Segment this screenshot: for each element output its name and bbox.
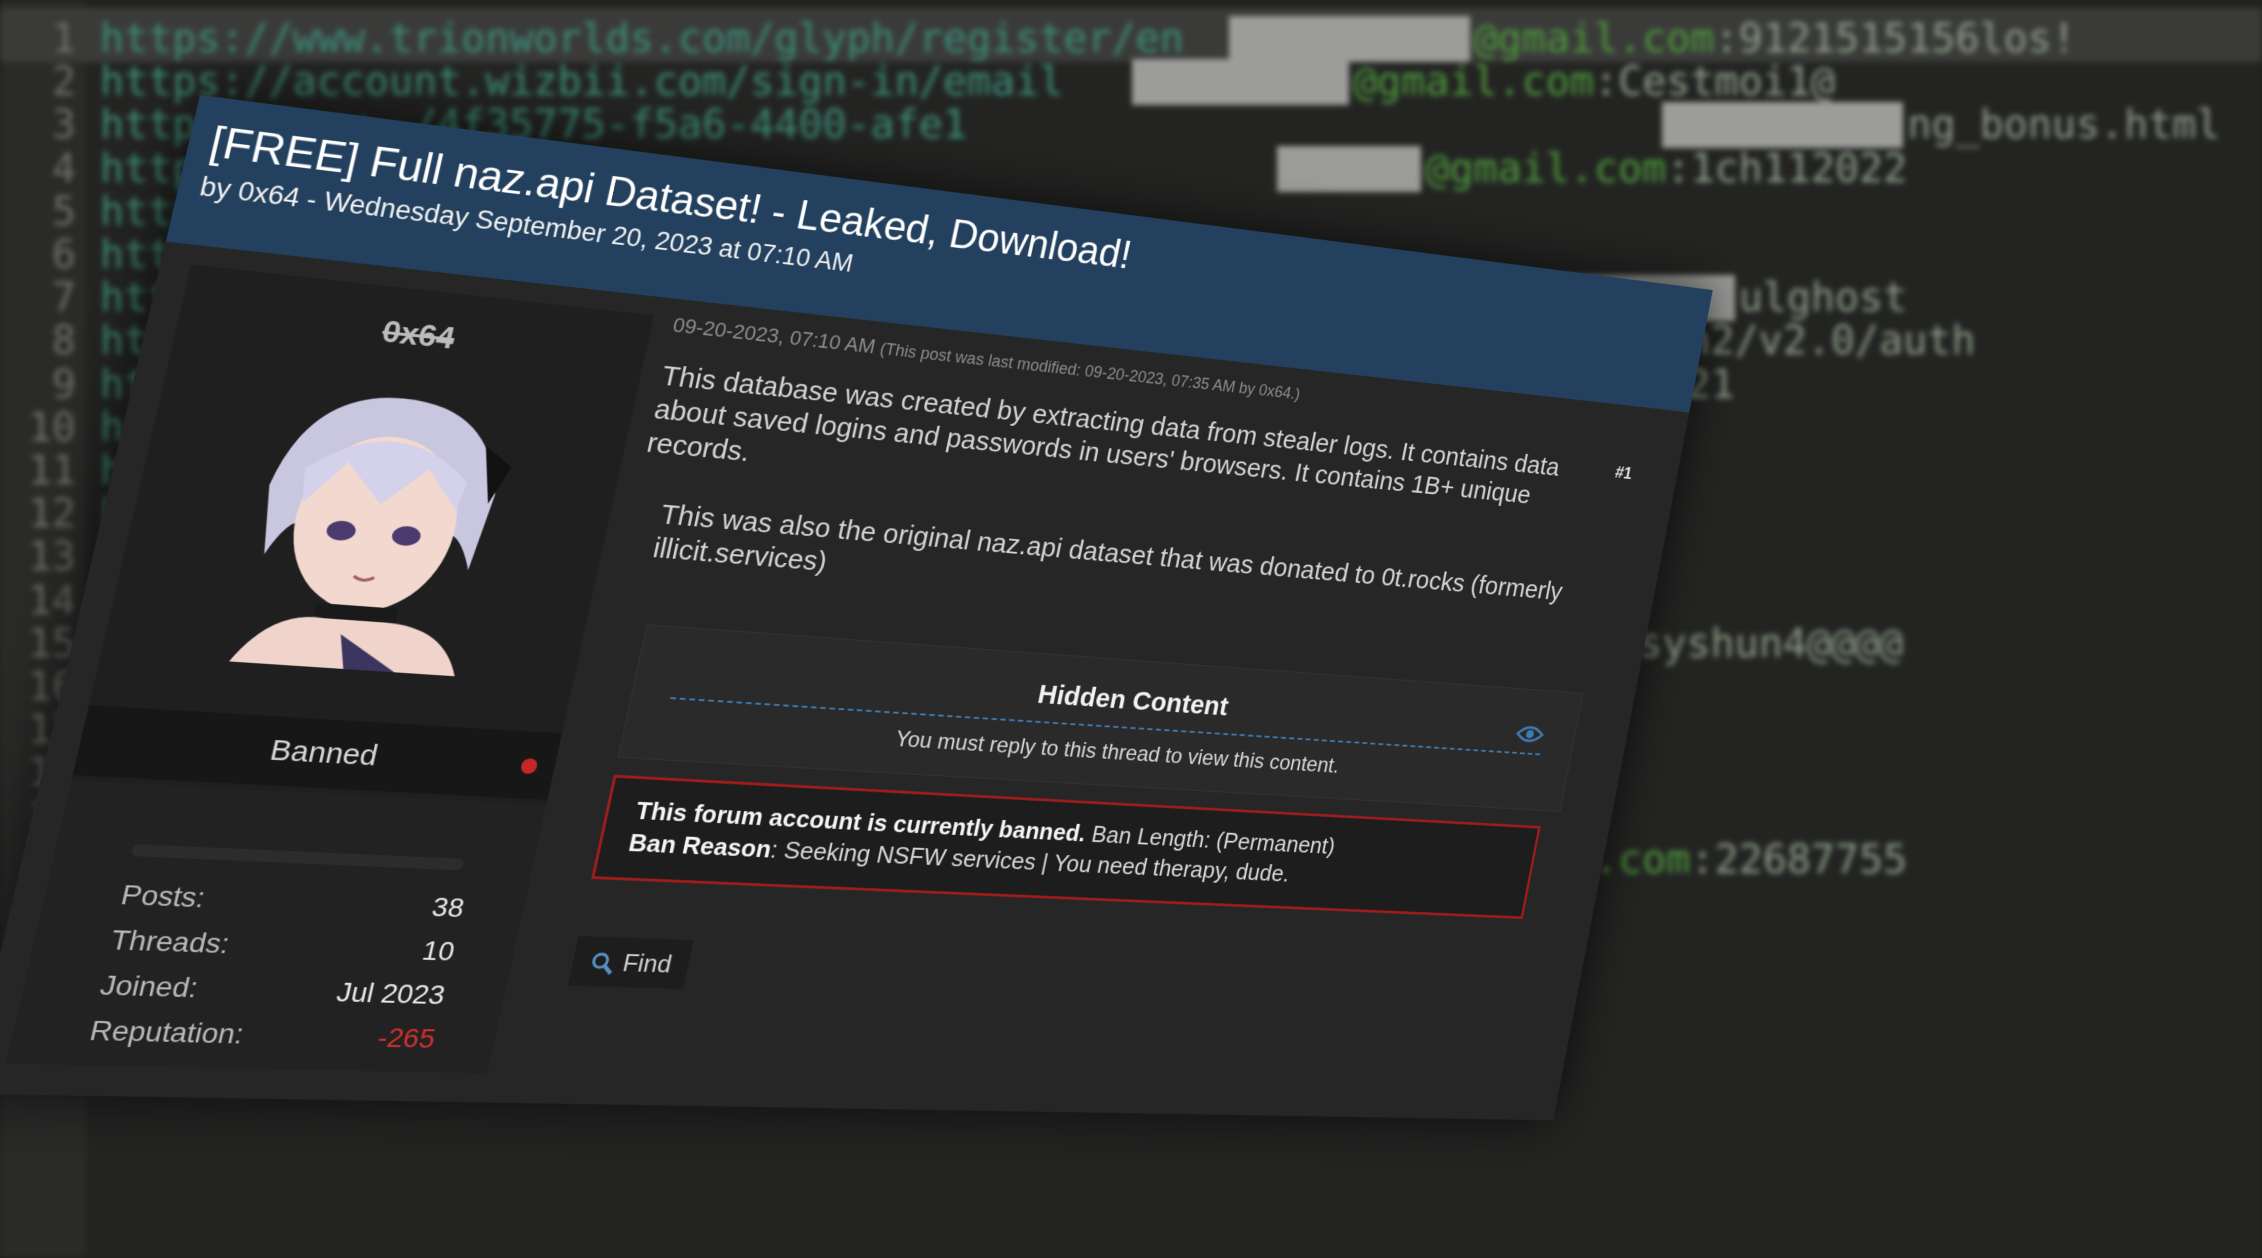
- post-date: 09-20-2023, 07:10 AM: [670, 312, 878, 358]
- stat-label: Reputation:: [86, 1014, 247, 1050]
- user-stats: Posts: 38 Threads: 10 Joined: Jul 2023 R…: [5, 780, 547, 1074]
- stat-label: Threads:: [107, 924, 233, 960]
- stat-value[interactable]: -265: [375, 1022, 438, 1055]
- eye-icon[interactable]: [1514, 723, 1546, 745]
- avatar: [186, 354, 560, 679]
- stat-reputation: Reputation: -265: [87, 1015, 438, 1054]
- stat-value[interactable]: 10: [419, 935, 458, 967]
- reputation-bar: [130, 844, 465, 871]
- stat-label: Joined:: [97, 969, 202, 1004]
- stat-threads: Threads: 10: [108, 924, 458, 966]
- stat-value[interactable]: 38: [429, 892, 467, 924]
- stat-joined: Joined: Jul 2023: [97, 969, 448, 1010]
- forum-screenshot-wrapper: [FREE] Full naz.api Dataset! - Leaked, D…: [0, 0, 2262, 1258]
- find-label: Find: [620, 948, 675, 979]
- stat-posts: Posts: 38: [118, 879, 467, 923]
- post-content-area: 09-20-2023, 07:10 AM (This post was last…: [510, 313, 1665, 1090]
- post-number-link[interactable]: #1: [1613, 463, 1634, 484]
- offline-status-dot: [519, 758, 539, 775]
- find-button[interactable]: Find: [567, 935, 694, 990]
- stat-label: Posts:: [118, 879, 209, 914]
- stat-value: Jul 2023: [333, 976, 448, 1011]
- ban-reason-label: Ban Reason: [626, 828, 775, 864]
- user-title: Banned: [267, 734, 381, 773]
- username[interactable]: 0x64: [176, 292, 648, 376]
- forum-post-card: [FREE] Full naz.api Dataset! - Leaked, D…: [0, 95, 1713, 1121]
- search-icon: [587, 951, 617, 977]
